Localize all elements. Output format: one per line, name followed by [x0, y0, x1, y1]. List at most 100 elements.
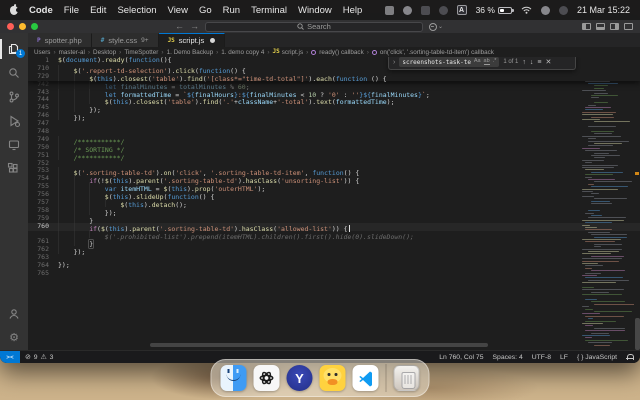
code-line[interactable]: 750/* SORTING */	[28, 144, 640, 152]
ghost-suggestion-line[interactable]: $('.prohibited-list').prepend(itemHTML).…	[28, 231, 640, 239]
breadcrumb-item[interactable]: master-al	[59, 49, 85, 56]
previous-match-icon[interactable]: ↑	[522, 59, 526, 66]
wifi-icon[interactable]	[521, 6, 532, 14]
menubar-item-selection[interactable]: Selection	[117, 5, 156, 16]
line-number[interactable]: 760	[28, 223, 58, 231]
breadcrumb-item[interactable]: ready() callback	[311, 49, 363, 56]
breadcrumb-item[interactable]: on('click', '.sorting-table-td-item') ca…	[372, 49, 494, 56]
breadcrumb-item[interactable]: JSscript.js	[273, 49, 304, 56]
line-number[interactable]: 742	[28, 81, 58, 89]
code-line[interactable]: 759}	[28, 215, 640, 223]
toggle-secondary-sidebar-icon[interactable]	[610, 23, 619, 30]
code-line[interactable]: 760if($(this).parent('.sorting-table-td'…	[28, 223, 640, 231]
menubar-item-go[interactable]: Go	[199, 5, 212, 16]
dock-icon-vscode[interactable]	[353, 365, 379, 391]
menubar-extra-icon[interactable]	[421, 6, 430, 15]
sidebar-item-extensions[interactable]	[0, 157, 28, 181]
code-line[interactable]: 729$(this).closest('table').find('[class…	[28, 73, 640, 81]
toggle-panel-icon[interactable]	[596, 23, 605, 30]
code-line[interactable]: 756$(this).slideUp(function() {	[28, 191, 640, 199]
forward-button[interactable]: →	[190, 22, 199, 31]
find-in-selection-icon[interactable]: ≡	[537, 59, 541, 66]
zoom-button[interactable]	[31, 23, 38, 30]
menubar-extra-icon[interactable]	[403, 6, 412, 15]
dock-icon-yandex-browser[interactable]: Y	[287, 365, 313, 391]
back-button[interactable]: ←	[175, 22, 184, 31]
titlebar[interactable]: ← → Search ⌄	[0, 20, 640, 33]
code-line[interactable]: 748	[28, 128, 640, 136]
breadcrumb-item[interactable]: Users	[34, 49, 50, 56]
sidebar-item-explorer[interactable]: 1	[0, 37, 28, 61]
menubar-item-view[interactable]: View	[168, 5, 188, 16]
sidebar-item-source-control[interactable]	[0, 85, 28, 109]
encoding-setting[interactable]: UTF-8	[532, 354, 551, 361]
tab-spotter.php[interactable]: Pspotter.php	[28, 33, 92, 47]
sidebar-item-remote-explorer[interactable]	[0, 133, 28, 157]
code-line[interactable]: 762});	[28, 246, 640, 254]
match-case-icon[interactable]: Aa	[474, 59, 481, 65]
code-line[interactable]: 753$('.sorting-table-td').on('click', '.…	[28, 167, 640, 175]
eol-setting[interactable]: LF	[560, 354, 568, 361]
dock-icon-finder[interactable]	[221, 365, 247, 391]
minimize-button[interactable]	[19, 23, 26, 30]
toggle-sidebar-icon[interactable]	[582, 23, 591, 30]
user-menu-icon[interactable]	[559, 6, 568, 15]
menubar-item-window[interactable]: Window	[298, 5, 332, 16]
tab-style.css[interactable]: #style.css9+	[92, 33, 159, 47]
code-line[interactable]: 749/***********/	[28, 136, 640, 144]
menubar-item-file[interactable]: File	[64, 5, 79, 16]
line-number[interactable]: 765	[28, 270, 58, 278]
toggle-replace-icon[interactable]: ›	[393, 59, 395, 66]
code-line[interactable]: 765	[28, 270, 640, 278]
breadcrumb-item[interactable]: 1. Demo Backup	[167, 49, 214, 56]
breadcrumb-item[interactable]: 1. demo copy 4	[221, 49, 264, 56]
indentation-setting[interactable]: Spaces: 4	[493, 354, 523, 361]
remote-indicator[interactable]: ><	[0, 351, 20, 364]
code-line[interactable]: 744$(this).closest('table').find('.'+cla…	[28, 96, 640, 104]
menubar-item-help[interactable]: Help	[343, 5, 363, 16]
menubar-item-run[interactable]: Run	[223, 5, 240, 16]
breadcrumb-item[interactable]: TimeSpotter	[124, 49, 158, 56]
dock-icon-trash[interactable]	[394, 365, 420, 391]
settings-button[interactable]: ⚙	[0, 326, 28, 350]
dock-icon-duck-app[interactable]	[320, 365, 346, 391]
apple-menu-icon[interactable]	[10, 6, 18, 15]
accounts-button[interactable]	[0, 302, 28, 326]
command-center-search[interactable]: Search	[205, 22, 423, 32]
language-mode[interactable]: { } JavaScript	[577, 354, 617, 361]
find-input[interactable]: screenshots-task-text Aa ab .*	[399, 57, 499, 67]
cursor-position[interactable]: Ln 760, Col 75	[439, 354, 483, 361]
control-center-icon[interactable]	[541, 6, 550, 15]
close-button[interactable]	[7, 23, 14, 30]
code-editor[interactable]: 1$(document).ready(function(){710$('.rep…	[28, 57, 640, 350]
menubar-extra-icon[interactable]	[439, 6, 448, 15]
regex-icon[interactable]: .*	[493, 59, 497, 65]
customize-layout-icon[interactable]	[624, 23, 633, 30]
input-source-icon[interactable]: A	[457, 5, 467, 15]
menubar-item-code[interactable]: Code	[29, 5, 53, 16]
tab-script.js[interactable]: JSscript.js	[159, 33, 226, 47]
close-find-icon[interactable]: ✕	[545, 59, 551, 66]
sidebar-item-run-debug[interactable]	[0, 109, 28, 133]
code-line[interactable]: 747	[28, 120, 640, 128]
problems-indicator[interactable]: ⊘9 ⚠3	[20, 353, 53, 361]
notifications-bell-icon[interactable]	[626, 354, 633, 361]
menubar-item-edit[interactable]: Edit	[90, 5, 106, 16]
code-line[interactable]: 764});	[28, 262, 640, 270]
menubar-item-terminal[interactable]: Terminal	[251, 5, 287, 16]
code-line[interactable]: 763	[28, 254, 640, 262]
code-line[interactable]: 746});	[28, 112, 640, 120]
line-number[interactable]: 729	[28, 73, 58, 81]
vertical-scrollbar[interactable]	[635, 318, 640, 350]
minimap[interactable]	[582, 57, 634, 350]
battery-indicator[interactable]: 36 %	[476, 5, 512, 15]
sidebar-item-search[interactable]	[0, 61, 28, 85]
menubar-clock[interactable]: 21 Mar 15:22	[577, 5, 630, 15]
code-line[interactable]: 754if(!$(this).parent('.sorting-table-td…	[28, 175, 640, 183]
menubar-extra-icon[interactable]	[385, 6, 394, 15]
copilot-menu-button[interactable]: ⌄	[429, 23, 443, 31]
horizontal-scrollbar[interactable]	[150, 343, 488, 347]
breadcrumb-item[interactable]: Desktop	[93, 49, 116, 56]
code-line[interactable]: 757$(this).detach();	[28, 199, 640, 207]
dock-icon-chatgpt[interactable]	[254, 365, 280, 391]
